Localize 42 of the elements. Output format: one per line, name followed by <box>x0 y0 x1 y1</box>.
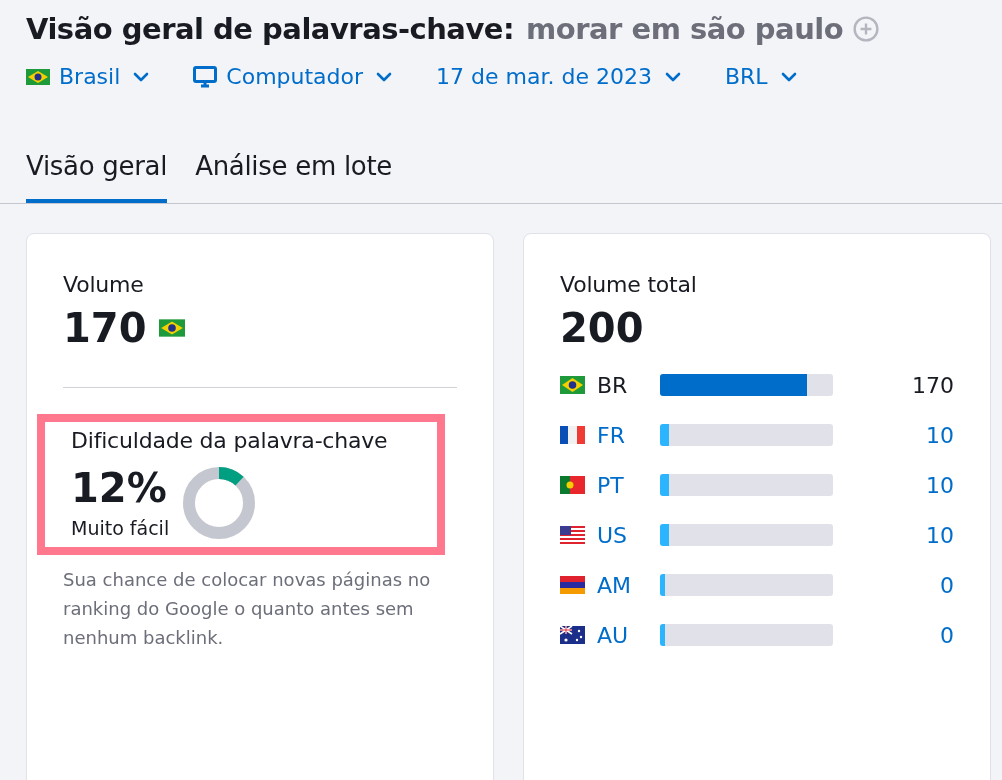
flag-icon <box>560 426 585 444</box>
date-dropdown[interactable]: 17 de mar. de 2023 <box>436 64 681 89</box>
difficulty-description: Sua chance de colocar novas páginas no ranking do Google o quanto antes sem nenhum backlink. <box>63 568 432 650</box>
country-volume-link[interactable]: 0 <box>833 622 954 648</box>
currency-dropdown[interactable]: BRL <box>724 64 797 89</box>
tab[interactable]: Análise em lote <box>195 151 392 203</box>
keyword: morar em são paulo <box>526 12 844 46</box>
country-volume: 170 <box>911 372 954 398</box>
country-link[interactable]: US <box>597 522 659 548</box>
difficulty-value: 12% <box>71 465 168 511</box>
flag-icon <box>560 626 585 644</box>
page-title: Visão geral de palavras-chave: <box>26 12 515 46</box>
country-link[interactable]: AU <box>597 622 659 648</box>
country-link[interactable]: FR <box>597 422 659 448</box>
country-dropdown[interactable]: Brasil <box>26 64 150 89</box>
device-dropdown[interactable]: Computador <box>193 64 393 89</box>
country-volume-link[interactable]: 10 <box>833 472 954 498</box>
caret-icon <box>664 71 681 82</box>
total-volume-label: Volume total <box>560 272 698 297</box>
add-icon[interactable] <box>853 16 880 42</box>
country-link[interactable]: PT <box>597 472 659 498</box>
monitor-icon <box>193 65 218 88</box>
tab[interactable]: Visão geral <box>26 151 168 203</box>
caret-icon <box>780 71 797 82</box>
country-volume-link[interactable]: 10 <box>833 422 954 448</box>
country-volume-link[interactable]: 10 <box>833 522 954 548</box>
flag-icon <box>560 576 585 594</box>
caret-icon <box>133 71 150 82</box>
volume-value: 170 <box>63 305 147 351</box>
country-volume-link[interactable]: 0 <box>833 572 954 598</box>
caret-icon <box>376 71 393 82</box>
volume-label: Volume <box>63 272 145 297</box>
difficulty-rating: Muito fácil <box>71 517 170 539</box>
country-link[interactable]: AM <box>597 572 659 598</box>
flag-icon <box>560 376 585 394</box>
country-code: BR <box>597 372 629 398</box>
difficulty-label: Dificuldade da palavra-chave <box>71 428 389 453</box>
total-volume-value: 200 <box>560 305 644 351</box>
flag-icon <box>560 476 585 494</box>
flag-icon <box>158 319 185 337</box>
flag-icon <box>26 68 50 85</box>
flag-icon <box>560 526 585 544</box>
